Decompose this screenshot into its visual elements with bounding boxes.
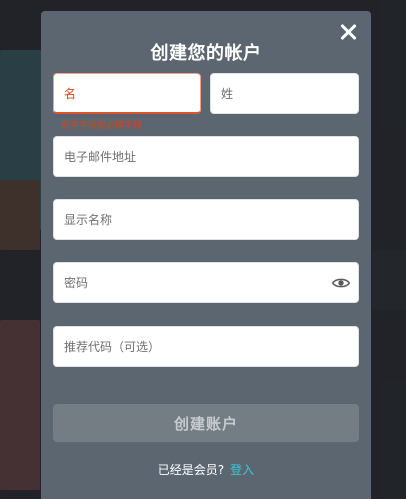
first-name-error: 名字字段是必填字段 [61, 121, 143, 131]
display-name-field[interactable]: 显示名称 [53, 199, 359, 240]
first-name-field[interactable]: 名 [53, 73, 201, 114]
eye-icon[interactable] [332, 275, 350, 291]
password-placeholder: 密码 [64, 276, 89, 290]
signup-modal: 创建您的帐户 名 姓 名字字段是必填字段 电子邮件地址 显示名称 密码 推荐代码… [41, 11, 371, 499]
last-name-field[interactable]: 姓 [210, 73, 359, 114]
display-name-placeholder: 显示名称 [64, 213, 113, 227]
password-field[interactable]: 密码 [53, 262, 359, 303]
login-prompt-text: 已经是会员? [157, 463, 225, 477]
modal-title: 创建您的帐户 [150, 43, 262, 64]
email-field[interactable]: 电子邮件地址 [53, 136, 359, 177]
login-prompt-row: 已经是会员? 登入 [41, 461, 371, 478]
email-placeholder: 电子邮件地址 [64, 150, 137, 164]
login-link[interactable]: 登入 [230, 463, 254, 477]
last-name-placeholder: 姓 [221, 87, 234, 101]
create-account-button[interactable]: 创建账户 [53, 404, 359, 442]
referral-code-field[interactable]: 推荐代码（可选） [53, 326, 359, 367]
first-name-placeholder: 名 [64, 86, 77, 101]
referral-code-placeholder: 推荐代码（可选） [64, 340, 161, 354]
